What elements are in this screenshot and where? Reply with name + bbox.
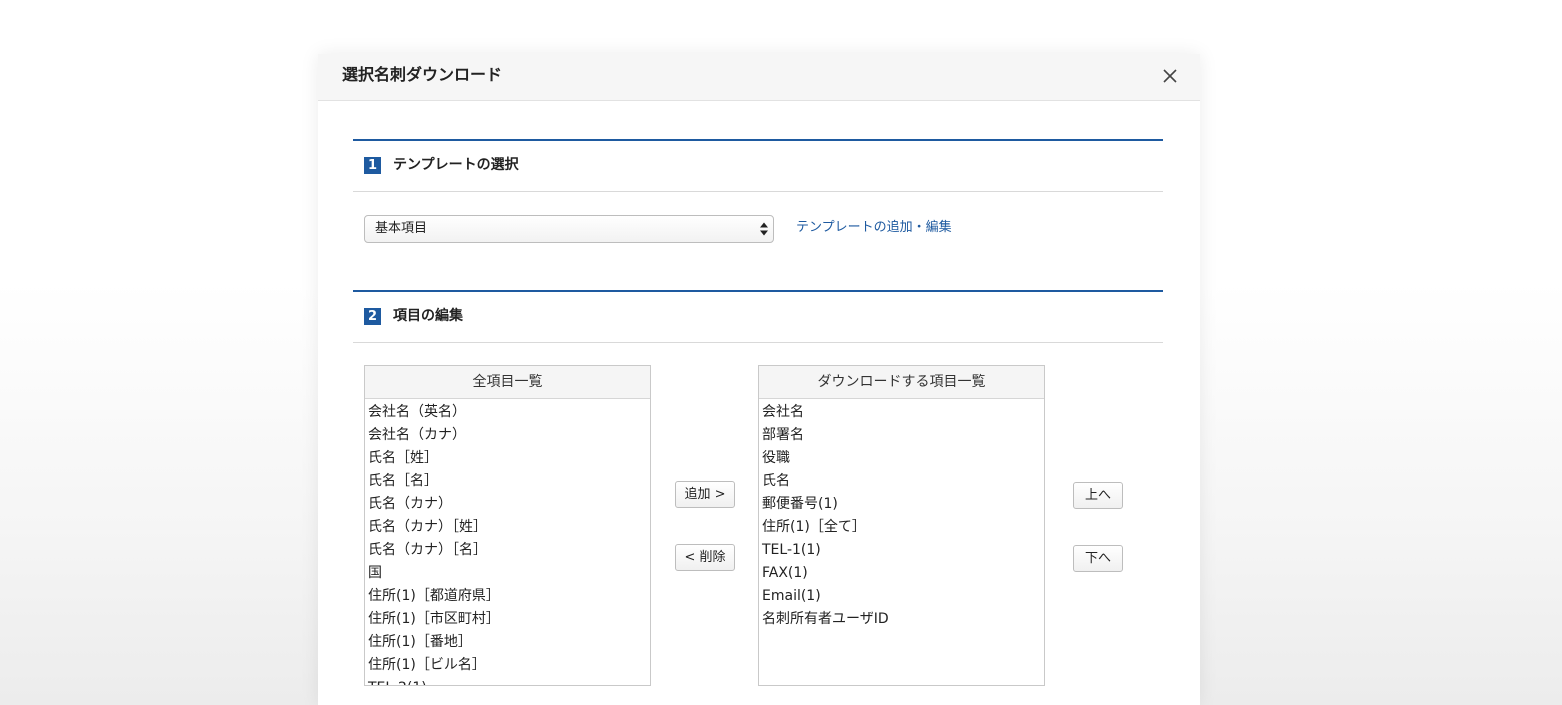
list-item[interactable]: 郵便番号(1) [762, 493, 1044, 516]
list-item[interactable]: 住所(1)［番地］ [368, 631, 650, 654]
list-item[interactable]: 氏名（カナ）［姓］ [368, 516, 650, 539]
list-item[interactable]: 氏名（カナ）［名］ [368, 539, 650, 562]
section-title: テンプレートの選択 [393, 157, 519, 173]
close-icon [1163, 69, 1177, 83]
move-down-button[interactable]: 下へ [1073, 545, 1123, 572]
download-items-list-body[interactable]: 会社名 部署名 役職 氏名 郵便番号(1) 住所(1)［全て］ TEL-1(1)… [759, 399, 1044, 631]
remove-item-button[interactable]: < 削除 [675, 544, 735, 571]
download-dialog: 選択名刺ダウンロード 1 テンプレートの選択 基本項目 テンプレートの追加・編集… [318, 54, 1200, 705]
list-item[interactable]: 住所(1)［都道府県］ [368, 585, 650, 608]
list-item[interactable]: 住所(1)［ビル名］ [368, 654, 650, 677]
select-arrows-icon [760, 222, 768, 236]
list-item[interactable]: FAX(1) [762, 562, 1044, 585]
list-item[interactable]: 部署名 [762, 424, 1044, 447]
all-items-list[interactable]: 全項目一覧 会社名（英名） 会社名（カナ） 氏名［姓］ 氏名［名］ 氏名（カナ）… [364, 365, 651, 686]
template-select[interactable]: 基本項目 [364, 215, 774, 243]
list-item[interactable]: TEL-1(1) [762, 539, 1044, 562]
section-number-badge: 1 [364, 157, 381, 174]
close-button[interactable] [1158, 64, 1182, 88]
all-items-list-body[interactable]: 会社名（英名） 会社名（カナ） 氏名［姓］ 氏名［名］ 氏名（カナ） 氏名（カナ… [365, 399, 650, 685]
all-items-list-header: 全項目一覧 [365, 366, 650, 399]
template-edit-link[interactable]: テンプレートの追加・編集 [796, 219, 952, 237]
list-item[interactable]: 氏名（カナ） [368, 493, 650, 516]
download-items-list-header: ダウンロードする項目一覧 [759, 366, 1044, 399]
list-item[interactable]: 会社名（英名） [368, 401, 650, 424]
template-select-value: 基本項目 [375, 221, 428, 236]
list-item[interactable]: 国 [368, 562, 650, 585]
move-up-button[interactable]: 上へ [1073, 482, 1123, 509]
list-item[interactable]: 役職 [762, 447, 1044, 470]
list-item[interactable]: Email(1) [762, 585, 1044, 608]
section-title: 項目の編集 [393, 308, 463, 324]
list-item[interactable]: 会社名（カナ） [368, 424, 650, 447]
list-item[interactable]: 住所(1)［市区町村］ [368, 608, 650, 631]
list-item[interactable]: TEL-2(1) [368, 677, 650, 685]
section-items-header: 2 項目の編集 [353, 290, 1163, 343]
dialog-header: 選択名刺ダウンロード [318, 54, 1200, 101]
list-item[interactable]: 名刺所有者ユーザID [762, 608, 1044, 631]
dialog-title: 選択名刺ダウンロード [342, 65, 503, 84]
list-item[interactable]: 会社名 [762, 401, 1044, 424]
download-items-list[interactable]: ダウンロードする項目一覧 会社名 部署名 役職 氏名 郵便番号(1) 住所(1)… [758, 365, 1045, 686]
list-item[interactable]: 氏名［名］ [368, 470, 650, 493]
add-item-button[interactable]: 追加 > [675, 481, 735, 508]
list-item[interactable]: 氏名 [762, 470, 1044, 493]
list-item[interactable]: 氏名［姓］ [368, 447, 650, 470]
section-template-header: 1 テンプレートの選択 [353, 139, 1163, 192]
list-item[interactable]: 住所(1)［全て］ [762, 516, 1044, 539]
section-number-badge: 2 [364, 308, 381, 325]
